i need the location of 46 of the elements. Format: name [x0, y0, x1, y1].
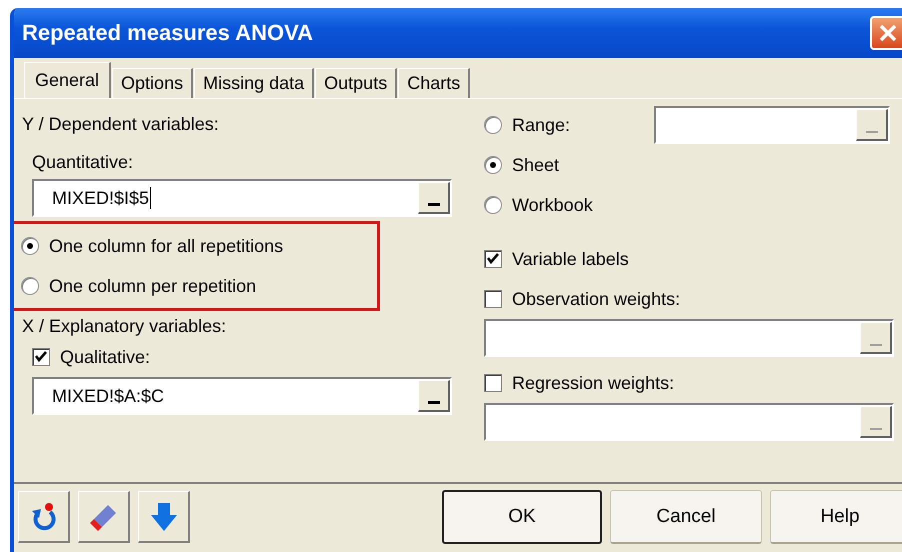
radio-button[interactable]: [484, 196, 502, 214]
browse-button[interactable]: [418, 182, 450, 214]
browse-button[interactable]: [860, 406, 892, 438]
radio-label: One column for all repetitions: [49, 235, 284, 257]
browse-button[interactable]: [418, 380, 450, 412]
tab[interactable]: Options: [112, 68, 194, 98]
radio-label: Range:: [512, 114, 570, 136]
section-heading: X / Explanatory variables:: [22, 315, 228, 337]
browse-button[interactable]: [856, 109, 888, 141]
browse-button[interactable]: [860, 322, 892, 354]
checkbox[interactable]: [484, 290, 502, 308]
checkbox-label: Qualitative:: [60, 346, 150, 368]
input-field[interactable]: [654, 106, 890, 144]
input-field[interactable]: [484, 319, 894, 357]
checkbox[interactable]: [32, 348, 50, 366]
tab[interactable]: Missing data: [194, 68, 314, 98]
input-field[interactable]: MIXED!$A:$C: [32, 377, 452, 415]
radio-button[interactable]: [21, 237, 39, 255]
tool-button[interactable]: [138, 491, 190, 543]
close-button[interactable]: [870, 16, 902, 50]
radio-label: One column per repetition: [49, 275, 256, 297]
checkbox-label: Observation weights:: [512, 288, 680, 310]
dialog-button[interactable]: OK: [442, 490, 602, 544]
close-icon: [877, 22, 899, 44]
tool-button[interactable]: [18, 491, 70, 543]
radio-button[interactable]: [484, 156, 502, 174]
radio-label: Sheet: [512, 154, 560, 176]
radio-label: Workbook: [512, 194, 593, 216]
down-arrow-icon: [148, 500, 178, 532]
radio-button[interactable]: [484, 116, 502, 134]
tool-button[interactable]: [78, 491, 130, 543]
tab[interactable]: Charts: [398, 68, 470, 98]
dialog-button[interactable]: Help: [770, 490, 902, 544]
input-field[interactable]: MIXED!$I$5: [32, 179, 452, 217]
window-title: Repeated measures ANOVA: [22, 20, 313, 46]
checkbox-label: Regression weights:: [512, 372, 674, 394]
tab[interactable]: General: [24, 62, 112, 98]
checkbox[interactable]: [484, 250, 502, 268]
section-heading: Y / Dependent variables:: [22, 113, 220, 135]
checkbox-label: Variable labels: [512, 248, 629, 270]
checkbox[interactable]: [484, 374, 502, 392]
radio-button[interactable]: [21, 277, 39, 295]
dialog-button[interactable]: Cancel: [610, 490, 762, 544]
input-field[interactable]: [484, 403, 894, 441]
field-label: Quantitative:: [32, 151, 134, 173]
tab[interactable]: Outputs: [315, 68, 398, 98]
